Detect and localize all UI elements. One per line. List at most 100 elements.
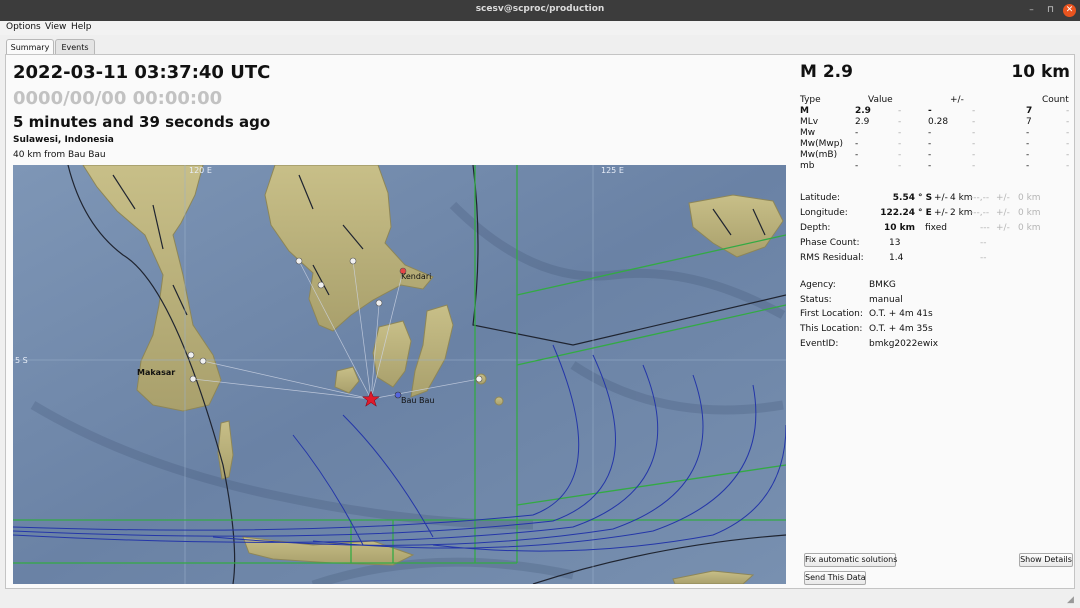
col-count-header: Count	[1042, 95, 1069, 105]
magnitude-count-alt: -	[1066, 117, 1070, 127]
menu-bar: Options View Help	[0, 21, 1080, 35]
magnitude-type: Mw	[800, 128, 816, 138]
this-location-label: This Location:	[800, 324, 863, 335]
magnitude-row[interactable]: Mw(mB) - - - - - -	[800, 150, 1070, 161]
latitude-pm: +/-	[934, 193, 948, 203]
magnitude-uncertainty: -	[928, 106, 932, 116]
magnitude-value: -	[855, 150, 859, 160]
event-details-panel: M 2.9 10 km Type Value +/- Count M 2.9- - -…	[800, 55, 1073, 588]
magnitude-type: Mw(mB)	[800, 150, 838, 160]
longitude-unit: ° E	[918, 208, 932, 218]
magnitude-row[interactable]: Mw(Mwp) - - - - - -	[800, 139, 1070, 150]
longitude-alt-error: 0 km	[1018, 208, 1041, 218]
event-id-row: EventID: bmkg2022ewix	[800, 339, 1070, 354]
magnitude-uncertainty-alt: -	[972, 139, 976, 149]
rms-alt: --	[980, 253, 987, 263]
longitude-alt: ---,--	[970, 208, 990, 218]
agency-label: Agency:	[800, 280, 836, 290]
col-uncertainty-header: +/-	[950, 95, 964, 105]
phase-count-row: Phase Count: 13 --	[800, 238, 1070, 253]
summary-panel: 2022-03-11 03:37:40 UTC 0000/00/00 00:00…	[5, 54, 1075, 589]
lon-120-label: 120 E	[189, 166, 212, 175]
magnitude-type: mb	[800, 161, 815, 171]
nearest-city: 40 km from Bau Bau	[13, 150, 106, 160]
magnitude-uncertainty: -	[928, 139, 932, 149]
latitude-alt: ---,--	[970, 193, 990, 203]
maximize-icon[interactable]: ⊓	[1044, 4, 1057, 17]
magnitude-value: -	[855, 161, 859, 171]
latitude-row: Latitude: 5.54 ° S +/- 4 km ---,-- +/- 0…	[800, 193, 1070, 208]
magnitude-value-alt: -	[898, 117, 902, 127]
magnitude-uncertainty: 0.28	[928, 117, 949, 127]
magnitude-row[interactable]: mb - - - - - -	[800, 161, 1070, 172]
magnitude-count: 7	[1026, 117, 1032, 127]
send-this-data-button[interactable]: Send This Data	[804, 571, 866, 585]
city-makasar-label: Makasar	[137, 368, 175, 377]
latitude-alt-pm: +/-	[996, 193, 1010, 203]
origin-time: 2022-03-11 03:37:40 UTC	[13, 62, 271, 83]
city-baubau-label: Bau Bau	[401, 396, 434, 405]
magnitude-type: Mw(Mwp)	[800, 139, 843, 149]
depth-alt: ---	[980, 223, 990, 233]
rms-row: RMS Residual: 1.4 --	[800, 253, 1070, 268]
first-location-row: First Location: O.T. + 4m 41s	[800, 309, 1070, 324]
minimize-icon[interactable]: –	[1025, 4, 1038, 17]
magnitude-count: -	[1026, 128, 1030, 138]
time-ago: 5 minutes and 39 seconds ago	[13, 113, 271, 131]
menu-help[interactable]: Help	[71, 22, 92, 32]
depth-alt-pm: +/-	[996, 223, 1010, 233]
map-canvas[interactable]: 120 E 125 E 5 S Makasar Kendari Bau Bau	[13, 165, 786, 584]
depth-row: Depth: 10 km fixed --- +/- 0 km	[800, 223, 1070, 238]
status-row: Status: manual	[800, 295, 1070, 310]
magnitude-count: 7	[1026, 106, 1033, 116]
phase-count-value: 13	[889, 238, 901, 248]
magnitude-uncertainty: -	[928, 150, 932, 160]
reference-time: 0000/00/00 00:00:00	[13, 88, 223, 109]
longitude-alt-pm: +/-	[996, 208, 1010, 218]
magnitude-value-alt: -	[898, 161, 902, 171]
magnitude-value-alt: -	[898, 128, 902, 138]
resize-grip-icon[interactable]: ◢	[1067, 595, 1074, 605]
magnitude-row[interactable]: MLv 2.9 - 0.28 - 7 -	[800, 117, 1070, 128]
event-map[interactable]: 120 E 125 E 5 S Makasar Kendari Bau Bau	[13, 165, 786, 584]
tab-events[interactable]: Events	[55, 39, 95, 55]
latitude-alt-error: 0 km	[1018, 193, 1041, 203]
event-info-block: Agency: BMKG Status: manual First Locati…	[800, 280, 1070, 353]
magnitude-row[interactable]: Mw - - - - - -	[800, 128, 1070, 139]
phase-count-alt: --	[980, 238, 987, 248]
col-type-header: Type	[800, 95, 821, 105]
magnitude-value-alt: -	[898, 106, 902, 116]
magnitude-count-alt: -	[1066, 150, 1070, 160]
this-location-value: O.T. + 4m 35s	[869, 324, 933, 335]
magnitude-value-alt: -	[898, 150, 902, 160]
magnitude-uncertainty-alt: -	[972, 161, 976, 171]
rms-value: 1.4	[889, 253, 904, 263]
magnitude-row[interactable]: M 2.9 - - - 7 -	[800, 106, 1070, 117]
magnitude-type: M	[800, 106, 809, 116]
magnitude-count: -	[1026, 139, 1030, 149]
magnitude-count-alt: -	[1066, 139, 1070, 149]
menu-view[interactable]: View	[45, 22, 66, 32]
phase-count-label: Phase Count:	[800, 238, 860, 248]
show-details-button[interactable]: Show Details	[1019, 553, 1073, 567]
city-kendari-label: Kendari	[401, 272, 431, 281]
menu-options[interactable]: Options	[6, 22, 41, 32]
magnitude-count: -	[1026, 150, 1030, 160]
lat-5-label: 5 S	[15, 356, 28, 365]
window-title: scesv@scproc/production	[475, 4, 605, 14]
depth-summary: 10 km	[1011, 62, 1070, 82]
magnitude-value: 2.9	[855, 117, 870, 127]
col-value-header: Value	[868, 95, 893, 105]
depth-fixed: fixed	[925, 223, 947, 233]
depth-value: 10 km	[883, 223, 915, 233]
magnitude-value: -	[855, 139, 859, 149]
magnitude-value: 2.9	[855, 106, 871, 116]
event-id-value: bmkg2022ewix	[869, 338, 939, 349]
magnitude-count-alt: -	[1066, 128, 1070, 138]
fix-automatic-solutions-button[interactable]: Fix automatic solutions	[804, 553, 897, 567]
agency-value: BMKG	[869, 280, 896, 290]
rms-label: RMS Residual:	[800, 253, 864, 263]
lon-125-label: 125 E	[601, 166, 624, 175]
close-icon[interactable]: ✕	[1063, 4, 1076, 17]
latitude-unit: ° S	[918, 193, 933, 203]
